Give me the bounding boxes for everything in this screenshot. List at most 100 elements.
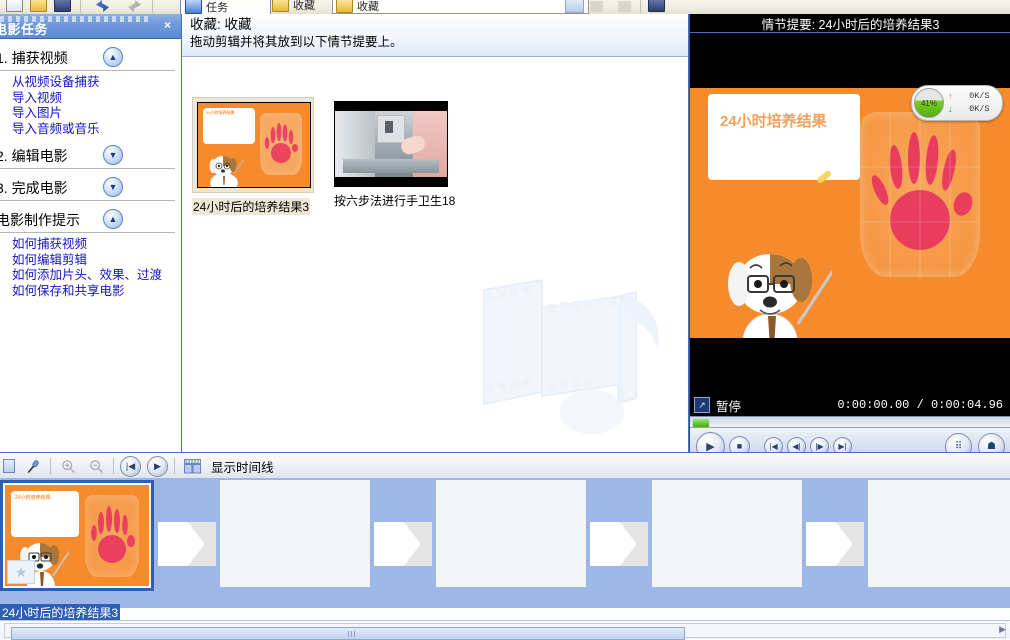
network-speed-widget[interactable]: 41% ↑ 0K/S ↓ 0K/S	[911, 85, 1003, 121]
play-timeline-button[interactable]: ▶	[147, 455, 168, 477]
toolbar-divider-1	[50, 458, 51, 474]
total-time: 0:00:04.96	[930, 398, 1003, 412]
chevron-up-icon[interactable]: ▲	[103, 47, 123, 67]
section-finish-movie-label: 3. 完成电影	[0, 179, 68, 196]
rewind-timeline-button[interactable]: |◀	[120, 455, 141, 477]
clip-item-1[interactable]: 24小时培养结果 24小时后的培养结果3	[192, 97, 316, 215]
video-effect-star-icon[interactable]: ★	[7, 560, 35, 584]
zoom-out-icon	[89, 459, 103, 473]
zoom-out-button[interactable]	[85, 456, 107, 476]
section-finish-movie-header[interactable]: 3. 完成电影 ▼	[0, 175, 175, 201]
save-disk-icon	[54, 0, 71, 12]
view-icon	[648, 0, 665, 12]
new-project-button[interactable]	[6, 0, 23, 12]
step-forward-button[interactable]: |▶	[810, 436, 829, 452]
link-how-to-save-share[interactable]: 如何保存和共享电影	[12, 284, 181, 300]
previous-frame-start-button[interactable]: |◀	[764, 436, 783, 452]
cartoon-scene-preview: 24小时培养结果	[690, 88, 1010, 338]
section-capture-video-header[interactable]: 1. 捕获视频 ▲	[0, 45, 175, 71]
back-icon	[590, 1, 603, 12]
collection-view-button[interactable]	[648, 0, 665, 12]
redo-button[interactable]	[128, 0, 141, 12]
collections-toggle-button[interactable]: 收藏	[272, 0, 315, 12]
storyboard-frame-5[interactable]	[868, 480, 1010, 587]
storyboard-frame-2[interactable]	[220, 480, 370, 587]
video-frame: 24小时培养结果	[690, 88, 1010, 338]
link-import-audio-music[interactable]: 导入音频或音乐	[12, 122, 181, 138]
link-capture-from-device[interactable]: 从视频设备捕获	[12, 75, 181, 91]
link-import-pictures[interactable]: 导入图片	[12, 106, 181, 122]
stop-button[interactable]: ■	[729, 435, 750, 452]
collections-label: 收藏	[293, 0, 315, 12]
section-capture-video-links: 从视频设备捕获 导入视频 导入图片 导入音频或音乐	[12, 75, 181, 137]
section-capture-video-label: 1. 捕获视频	[0, 49, 68, 66]
upload-rate: 0K/S	[969, 91, 990, 101]
task-pane-back-button[interactable]	[590, 0, 603, 12]
section-movie-tips-links: 如何捕获视频 如何编辑剪辑 如何添加片头、效果、过渡 如何保存和共享电影	[12, 237, 181, 299]
chevron-up-icon-2[interactable]: ▲	[103, 209, 123, 229]
culture-plate	[260, 113, 302, 175]
transition-slot-4[interactable]	[806, 522, 864, 566]
collections-clip-area[interactable]: 24小时培养结果 24小时后的培养结果3 按六步法进行手卫生18	[182, 57, 688, 452]
task-pane-close-button[interactable]: ×	[164, 18, 171, 32]
link-how-to-add-titles[interactable]: 如何添加片头、效果、过渡	[12, 268, 181, 284]
link-how-to-capture[interactable]: 如何捕获视频	[12, 237, 181, 253]
transition-arrow-icon	[188, 522, 216, 566]
storyboard-view-icon[interactable]	[2, 456, 16, 476]
storyboard-frame-1-thumb: 24小时培养结果 ★	[4, 484, 150, 587]
storyboard-frame-3[interactable]	[436, 480, 586, 587]
chevron-down-icon[interactable]: ▼	[103, 145, 123, 165]
split-clip-button[interactable]: ⠿	[945, 432, 972, 452]
collections-folder-icon	[272, 0, 289, 12]
clip-2-thumbnail	[334, 101, 448, 187]
section-movie-tips-header[interactable]: 电影制作提示 ▲	[0, 207, 175, 233]
storyboard-row: 24小时培养结果 ★	[0, 478, 1010, 608]
fullscreen-icon[interactable]: ↗	[694, 397, 710, 413]
link-import-video[interactable]: 导入视频	[12, 91, 181, 107]
storyboard-hscrollbar[interactable]: ▶	[0, 620, 1010, 640]
clip-item-2[interactable]: 按六步法进行手卫生18	[334, 101, 458, 209]
collection-item-icon	[336, 0, 353, 13]
monitor-video-area[interactable]: 24小时培养结果 41% ↑ 0K/S ↓ 0K/S	[690, 33, 1010, 394]
clip-2-caption: 按六步法进行手卫生18	[334, 194, 456, 208]
collections-combobox-dropdown[interactable]	[565, 0, 584, 13]
transport-controls: ▶ ■ |◀ ◀| |▶ ▶| ⠿ ☗	[690, 427, 1010, 452]
show-timeline-label[interactable]: 显示时间线	[211, 457, 274, 476]
open-project-button[interactable]	[30, 0, 47, 12]
section-edit-movie-header[interactable]: 2. 编辑电影 ▼	[0, 143, 175, 169]
playback-status: 暂停	[716, 399, 742, 414]
save-project-button[interactable]	[54, 0, 71, 12]
monitor-status-bar: ↗ 暂停 0:00:00.00 / 0:00:04.96	[690, 394, 1010, 416]
collections-header-hint: 拖动剪辑并将其放到以下情节提要上。	[190, 35, 403, 49]
zoom-in-button[interactable]	[57, 456, 79, 476]
storyboard-strip[interactable]: 24小时培养结果 ★	[0, 478, 1010, 608]
storyboard-frame-4[interactable]	[652, 480, 802, 587]
take-picture-button[interactable]: ☗	[978, 432, 1005, 452]
link-how-to-edit-clips[interactable]: 如何编辑剪辑	[12, 253, 181, 269]
chevron-down-icon-2[interactable]: ▼	[103, 177, 123, 197]
hscroll-track[interactable]	[4, 623, 1006, 640]
open-folder-icon	[30, 0, 47, 12]
collections-combobox[interactable]: 收藏	[332, 0, 589, 14]
hscroll-thumb[interactable]	[11, 627, 685, 640]
play-button[interactable]: ▶	[696, 431, 725, 452]
preview-dog-character	[712, 228, 842, 338]
transition-slot-2[interactable]	[374, 522, 432, 566]
toolbar-separator-2	[152, 0, 153, 13]
seek-bar[interactable]	[690, 416, 1010, 428]
current-time: 0:00:00.00	[837, 398, 910, 412]
next-frame-end-button[interactable]: ▶|	[833, 436, 852, 452]
narrate-timeline-button[interactable]	[22, 456, 44, 476]
preview-handprint-icon	[860, 112, 980, 277]
task-pane-forward-button[interactable]	[618, 0, 631, 12]
tasks-toggle-button[interactable]: 任务	[180, 0, 271, 14]
undo-button[interactable]	[96, 0, 109, 12]
dog-character	[204, 149, 247, 187]
storyboard-frame-1[interactable]: 24小时培养结果 ★	[0, 480, 154, 591]
transition-slot-3[interactable]	[590, 522, 648, 566]
redo-icon	[128, 0, 141, 12]
step-back-button[interactable]: ◀|	[787, 436, 806, 452]
transition-slot-1[interactable]	[158, 522, 216, 566]
hscroll-right-arrow-icon[interactable]: ▶	[999, 624, 1006, 635]
show-timeline-icon[interactable]	[181, 456, 203, 476]
